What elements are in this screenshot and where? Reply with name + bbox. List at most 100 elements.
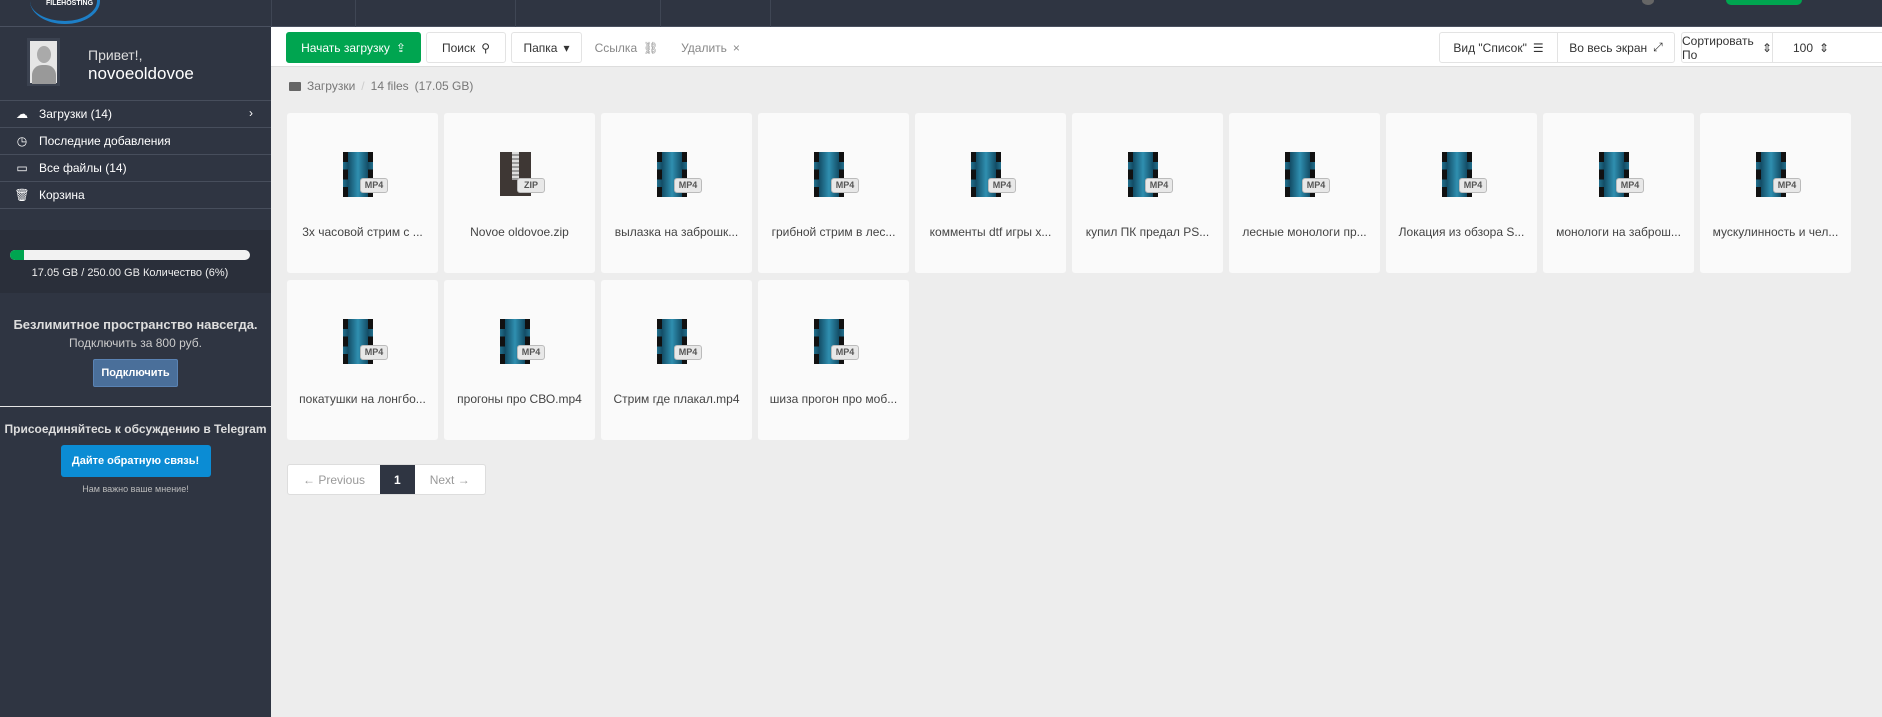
fullscreen-button[interactable]: Во весь экран ⤢ bbox=[1557, 32, 1675, 63]
folder-dropdown[interactable]: Папка ▾ bbox=[511, 32, 582, 63]
video-file-icon: MP4 bbox=[1599, 152, 1644, 197]
page-1-button[interactable]: 1 bbox=[380, 465, 415, 494]
pagination: ← Previous 1 Next → bbox=[287, 464, 486, 495]
file-type-badge: MP4 bbox=[674, 178, 702, 193]
file-tile[interactable]: MP4 Стрим где плакал.mp4 bbox=[601, 280, 752, 440]
divider bbox=[0, 406, 271, 407]
file-tile[interactable]: MP4 лесные монологи пр... bbox=[1229, 113, 1380, 273]
link-button[interactable]: Ссылка ⛓ bbox=[589, 32, 664, 63]
file-name: Локация из обзора S... bbox=[1398, 225, 1525, 239]
video-file-icon: MP4 bbox=[1128, 152, 1173, 197]
file-name: купил ПК предал PS... bbox=[1085, 225, 1210, 239]
zip-file-icon: ZIP bbox=[500, 152, 545, 197]
sort-dropdown[interactable]: Сортировать По ⇕ bbox=[1681, 32, 1773, 63]
storage-text: 17.05 GB / 250.00 GB Количество (6%) bbox=[31, 267, 229, 279]
fullscreen-label: Во весь экран bbox=[1569, 40, 1648, 55]
file-tile[interactable]: MP4 купил ПК предал PS... bbox=[1072, 113, 1223, 273]
search-icon: ⚲ bbox=[481, 40, 491, 55]
file-type-badge: MP4 bbox=[1773, 178, 1801, 193]
nav-divider bbox=[770, 0, 771, 27]
upload-icon: ⇪ bbox=[395, 40, 406, 55]
promo-title: Безлимитное пространство навсегда. bbox=[13, 317, 258, 332]
file-tile[interactable]: MP4 вылазка на заброшк... bbox=[601, 113, 752, 273]
feedback-button[interactable]: Дайте обратную связь! bbox=[60, 445, 211, 477]
top-action-button[interactable] bbox=[1726, 0, 1802, 5]
file-tile[interactable]: MP4 мускулинность и чел... bbox=[1700, 113, 1851, 273]
delete-label: Удалить bbox=[681, 40, 727, 55]
breadcrumb-root[interactable]: Загрузки bbox=[307, 79, 355, 93]
file-tile[interactable]: ZIP Novoe oldovoe.zip bbox=[444, 113, 595, 273]
sidebar-item-label: Все файлы (14) bbox=[39, 161, 127, 175]
video-file-icon: MP4 bbox=[657, 319, 702, 364]
link-icon: ⛓ bbox=[643, 40, 659, 55]
connect-button[interactable]: Подключить bbox=[93, 359, 178, 387]
clock-icon: ◷ bbox=[16, 134, 28, 148]
video-file-icon: MP4 bbox=[500, 319, 545, 364]
user-panel: Привет!, novoeoldovoe bbox=[0, 27, 271, 101]
nav-divider bbox=[271, 0, 272, 27]
close-icon: × bbox=[732, 40, 740, 55]
telegram-panel: Присоединяйтесь к обсуждению в Telegram … bbox=[0, 422, 271, 494]
file-name: комменты dtf игры х... bbox=[929, 225, 1052, 239]
username[interactable]: novoeoldovoe bbox=[88, 64, 194, 84]
folder-label: Папка bbox=[523, 40, 558, 55]
globe-icon[interactable] bbox=[1642, 0, 1654, 5]
sidebar-item-recent[interactable]: ◷ Последние добавления bbox=[0, 128, 271, 155]
file-tile[interactable]: MP4 комменты dtf игры х... bbox=[915, 113, 1066, 273]
view-label: Вид "Список" bbox=[1453, 40, 1527, 55]
sort-icon: ⇕ bbox=[1761, 40, 1772, 55]
file-tile[interactable]: MP4 покатушки на лонгбо... bbox=[287, 280, 438, 440]
file-tile[interactable]: MP4 шиза прогон про моб... bbox=[758, 280, 909, 440]
previous-page-button[interactable]: ← Previous bbox=[288, 465, 380, 494]
link-label: Ссылка bbox=[594, 40, 638, 55]
sidebar-item-trash[interactable]: 🗑 Корзина bbox=[0, 182, 271, 209]
search-label: Поиск bbox=[441, 40, 476, 55]
video-file-icon: MP4 bbox=[814, 152, 859, 197]
file-name: мускулинность и чел... bbox=[1712, 225, 1839, 239]
list-view-button[interactable]: Вид "Список" ☰ bbox=[1439, 32, 1558, 63]
avatar bbox=[27, 38, 60, 86]
file-name: шиза прогон про моб... bbox=[769, 392, 898, 406]
sidebar: Привет!, novoeoldovoe ☁ Загрузки (14) › ◷ П… bbox=[0, 27, 271, 717]
file-type-badge: MP4 bbox=[517, 345, 545, 360]
file-type-badge: MP4 bbox=[1616, 178, 1644, 193]
upload-button[interactable]: Начать загрузку ⇪ bbox=[286, 32, 421, 63]
file-tile[interactable]: MP4 3х часовой стрим с ... bbox=[287, 113, 438, 273]
file-tile[interactable]: MP4 грибной стрим в лес... bbox=[758, 113, 909, 273]
sort-icon: ⇕ bbox=[1819, 40, 1830, 55]
video-file-icon: MP4 bbox=[1285, 152, 1330, 197]
storage-panel: 17.05 GB / 250.00 GB Количество (6%) bbox=[0, 230, 271, 293]
search-button[interactable]: Поиск ⚲ bbox=[426, 32, 506, 63]
storage-progress-bar bbox=[10, 250, 250, 260]
sidebar-item-uploads[interactable]: ☁ Загрузки (14) › bbox=[0, 101, 271, 128]
file-type-badge: MP4 bbox=[1459, 178, 1487, 193]
next-page-button[interactable]: Next → bbox=[415, 465, 485, 494]
video-file-icon: MP4 bbox=[1442, 152, 1487, 197]
greeting: Привет!, bbox=[88, 47, 143, 63]
sidebar-item-all-files[interactable]: ▭ Все файлы (14) bbox=[0, 155, 271, 182]
breadcrumb: Загрузки / 14 files (17.05 GB) bbox=[289, 79, 473, 93]
video-file-icon: MP4 bbox=[1756, 152, 1801, 197]
file-type-badge: MP4 bbox=[1145, 178, 1173, 193]
per-page-dropdown[interactable]: 100 ⇕ bbox=[1772, 32, 1882, 63]
storage-progress-fill bbox=[10, 250, 25, 260]
logo-text: FILEHOSTING bbox=[46, 0, 94, 7]
delete-button[interactable]: Удалить × bbox=[668, 32, 753, 63]
drive-icon: ▭ bbox=[16, 161, 28, 175]
file-name: грибной стрим в лес... bbox=[771, 225, 896, 239]
nav-divider bbox=[515, 0, 516, 27]
file-name: 3х часовой стрим с ... bbox=[302, 225, 423, 239]
file-name: Стрим где плакал.mp4 bbox=[613, 392, 740, 406]
file-type-badge: MP4 bbox=[831, 345, 859, 360]
nav-divider bbox=[660, 0, 661, 27]
file-tile[interactable]: MP4 монологи на заброш... bbox=[1543, 113, 1694, 273]
file-name: Novoe oldovoe.zip bbox=[470, 225, 569, 239]
folder-icon bbox=[289, 81, 301, 91]
file-type-badge: MP4 bbox=[1302, 178, 1330, 193]
file-type-badge: ZIP bbox=[517, 178, 545, 193]
file-tile[interactable]: MP4 прогоны про СВО.mp4 bbox=[444, 280, 595, 440]
feedback-note: Нам важно ваше мнение! bbox=[82, 484, 189, 494]
file-name: вылазка на заброшк... bbox=[614, 225, 739, 239]
file-tile[interactable]: MP4 Локация из обзора S... bbox=[1386, 113, 1537, 273]
video-file-icon: MP4 bbox=[814, 319, 859, 364]
